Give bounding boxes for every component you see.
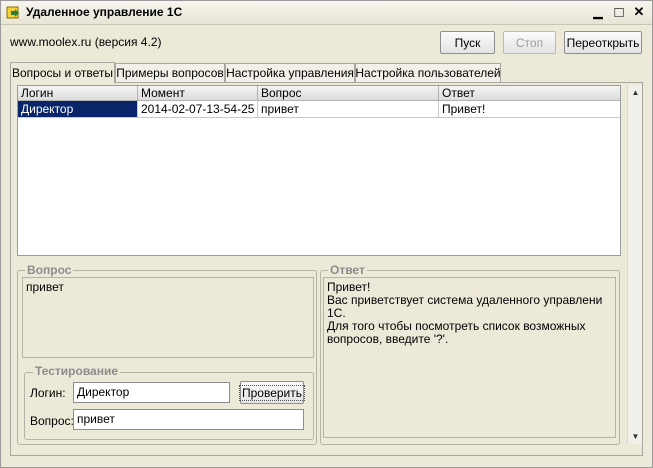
column-header-question[interactable]: Вопрос xyxy=(258,86,439,101)
close-button[interactable]: ✕ xyxy=(630,3,648,21)
minimize-button[interactable]: ▁ xyxy=(589,3,607,21)
tab-user-settings[interactable]: Настройка пользователей xyxy=(355,63,501,82)
question-text-area[interactable]: привет xyxy=(22,277,314,358)
table-cell-answer[interactable]: Привет! xyxy=(439,101,620,118)
close-icon: ✕ xyxy=(633,4,645,19)
check-button-label: Проверить xyxy=(239,384,306,401)
reopen-button[interactable]: Переоткрыть xyxy=(564,31,642,54)
question-group-legend: Вопрос xyxy=(25,263,74,277)
vertical-scrollbar[interactable]: ▲ ▼ xyxy=(627,85,642,444)
column-header-login[interactable]: Логин xyxy=(18,86,138,101)
question-label: Вопрос: xyxy=(30,414,74,428)
answer-group-legend: Ответ xyxy=(328,263,367,277)
maximize-icon: □ xyxy=(614,3,624,21)
login-label: Логин: xyxy=(30,386,66,400)
testing-group-legend: Тестирование xyxy=(33,364,121,378)
question-input[interactable]: привет xyxy=(73,409,304,430)
check-button[interactable]: Проверить xyxy=(239,381,306,404)
messages-table[interactable]: Логин Момент Вопрос Ответ Директор 2014-… xyxy=(17,85,621,256)
scroll-down-icon[interactable]: ▼ xyxy=(628,429,643,444)
stop-button[interactable]: Стоп xyxy=(503,31,556,54)
login-input[interactable]: Директор xyxy=(73,382,230,403)
table-cell-moment[interactable]: 2014-02-07-13-54-25 xyxy=(138,101,258,118)
answer-text-area[interactable]: Привет! Вас приветствует система удаленн… xyxy=(323,277,616,438)
start-button[interactable]: Пуск xyxy=(440,31,495,54)
table-cell-question[interactable]: привет xyxy=(258,101,439,118)
column-header-moment[interactable]: Момент xyxy=(138,86,258,101)
maximize-button[interactable]: □ xyxy=(610,3,628,21)
table-cell-login[interactable]: Директор xyxy=(18,101,138,118)
scroll-up-icon[interactable]: ▲ xyxy=(628,85,643,100)
minimize-icon: ▁ xyxy=(593,5,603,19)
column-header-answer[interactable]: Ответ xyxy=(439,86,620,101)
tab-questions-answers[interactable]: Вопросы и ответы xyxy=(10,62,115,83)
tab-question-examples[interactable]: Примеры вопросов xyxy=(115,63,225,82)
app-icon xyxy=(6,4,22,20)
site-version-label: www.moolex.ru (версия 4.2) xyxy=(10,35,162,49)
tab-control-settings[interactable]: Настройка управления xyxy=(225,63,355,82)
window-title: Удаленное управление 1С xyxy=(26,5,183,19)
